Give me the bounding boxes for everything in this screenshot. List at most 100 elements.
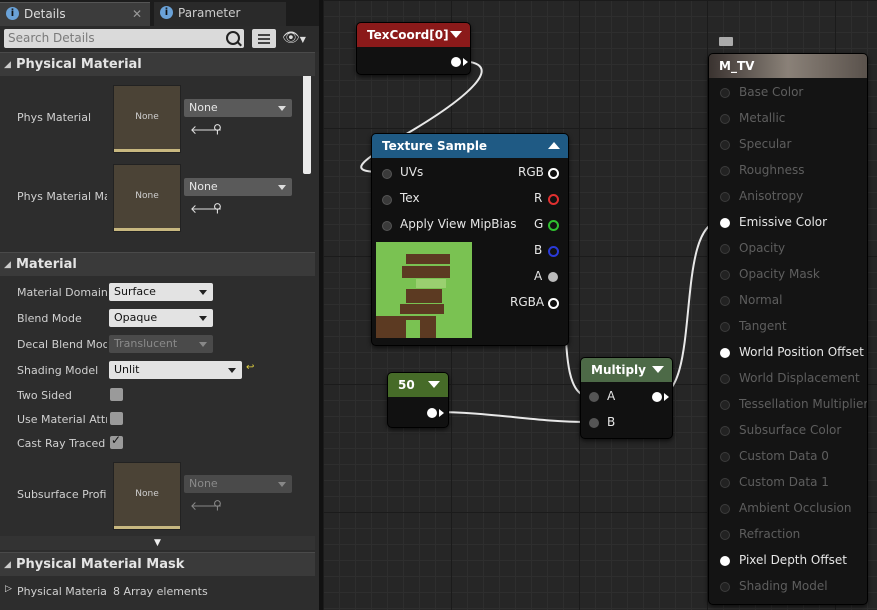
blend-mode-label: Blend Mode: [17, 312, 82, 325]
shading-model-dropdown[interactable]: Unlit: [109, 361, 242, 379]
multiply-node[interactable]: Multiply A B: [580, 357, 673, 439]
material-result-node[interactable]: M_TV Base Color Metallic Specular Roughness…: [708, 53, 868, 605]
search-icon[interactable]: [226, 31, 240, 45]
result-pin-refraction[interactable]: [720, 530, 730, 540]
collapse-icon[interactable]: [428, 381, 440, 388]
result-pin-world-position-offset[interactable]: [720, 348, 730, 358]
tab-parameter-defaults[interactable]: i Parameter Defaults: [154, 2, 286, 42]
result-pin-label: Tangent: [739, 319, 787, 333]
multiply-b-input-pin[interactable]: [589, 418, 599, 428]
result-pin-label: Custom Data 0: [739, 449, 829, 463]
decal-blend-mode-dropdown: Translucent: [109, 335, 213, 353]
result-pin-anisotropy[interactable]: [720, 192, 730, 202]
chevron-down-icon: ▼: [154, 538, 161, 548]
view-options-button[interactable]: 👁▼: [282, 30, 310, 47]
constant-output-pin[interactable]: [427, 408, 437, 418]
multiply-b-label: B: [607, 415, 616, 429]
a-output-pin[interactable]: [548, 272, 558, 282]
b-output-pin[interactable]: [548, 246, 559, 257]
category-physical-material-mask[interactable]: ◢ Physical Material Mask: [0, 552, 315, 576]
list-icon-line: [258, 38, 270, 40]
result-pin-roughness[interactable]: [720, 166, 730, 176]
multiply-a-input-pin[interactable]: [589, 392, 599, 402]
property-matrix-button[interactable]: [252, 29, 276, 48]
result-pin-custom-data-1[interactable]: [720, 478, 730, 488]
texcoord-output-pin[interactable]: [451, 57, 461, 67]
pin-arrow-icon: [439, 409, 444, 417]
use-material-attributes-checkbox[interactable]: [110, 412, 123, 425]
result-pin-opacity-mask[interactable]: [720, 270, 730, 280]
texture-sample-node[interactable]: Texture Sample UVs Tex Apply View MipBia…: [371, 133, 569, 346]
result-pin-normal[interactable]: [720, 296, 730, 306]
phys-material-map-dropdown[interactable]: None: [184, 178, 292, 196]
phys-material-map-label: Phys Material Map: [17, 190, 107, 203]
texture-sample-header[interactable]: Texture Sample: [372, 134, 568, 158]
multiply-header[interactable]: Multiply: [581, 358, 672, 382]
material-graph[interactable]: TexCoord[0] Texture Sample UVs Tex Apply…: [321, 0, 877, 610]
blend-mode-dropdown[interactable]: Opaque: [109, 309, 213, 327]
collapse-icon[interactable]: [548, 142, 560, 149]
mipbias-input-pin[interactable]: [382, 221, 392, 231]
category-physical-material[interactable]: ◢ Physical Material: [0, 52, 315, 76]
result-pin-emissive-color[interactable]: [720, 218, 730, 228]
result-pin-label: Ambient Occlusion: [739, 501, 852, 515]
physical-material-array-value: 8 Array elements: [113, 585, 208, 598]
material-domain-dropdown[interactable]: Surface: [109, 283, 213, 301]
chevron-down-icon: [278, 106, 286, 111]
texcoord-node[interactable]: TexCoord[0]: [356, 22, 471, 75]
two-sided-checkbox[interactable]: [110, 388, 123, 401]
texcoord-header[interactable]: TexCoord[0]: [357, 23, 470, 47]
g-label: G: [534, 217, 544, 231]
expand-arrow-icon[interactable]: ▷: [5, 584, 12, 594]
result-pin-opacity[interactable]: [720, 244, 730, 254]
constant-header[interactable]: 50: [388, 373, 448, 397]
constant-node[interactable]: 50: [387, 372, 449, 428]
collapse-icon[interactable]: [450, 31, 462, 38]
result-pin-metallic[interactable]: [720, 114, 730, 124]
result-pin-tangent[interactable]: [720, 322, 730, 332]
reset-to-default-icon[interactable]: ↩: [246, 362, 254, 373]
result-pin-subsurface-color[interactable]: [720, 426, 730, 436]
browse-icon[interactable]: ⚲: [213, 201, 222, 215]
subsurface-profile-thumbnail[interactable]: None: [113, 462, 181, 530]
uvs-input-pin[interactable]: [382, 169, 392, 179]
phys-material-thumbnail[interactable]: None: [113, 85, 181, 153]
result-pin-specular[interactable]: [720, 140, 730, 150]
rgb-output-pin[interactable]: [548, 168, 559, 179]
cast-ray-traced-shadows-label: Cast Ray Traced Shadows: [17, 437, 107, 450]
info-icon: i: [6, 7, 19, 20]
r-output-pin[interactable]: [548, 194, 559, 205]
rgba-output-pin[interactable]: [548, 298, 559, 309]
browse-icon[interactable]: ⚲: [213, 122, 222, 136]
result-pin-shading-model[interactable]: [720, 582, 730, 592]
collapse-icon: ◢: [4, 260, 11, 270]
list-icon-line: [258, 42, 270, 44]
chevron-down-icon: [278, 482, 286, 487]
result-pin-custom-data-0[interactable]: [720, 452, 730, 462]
result-header[interactable]: M_TV: [709, 54, 867, 78]
result-pin-label: Tessellation Multiplier: [739, 397, 868, 411]
phys-material-dropdown[interactable]: None: [184, 99, 292, 117]
category-material[interactable]: ◢ Material: [0, 252, 315, 276]
search-input[interactable]: Search Details: [4, 29, 244, 48]
cast-ray-traced-shadows-checkbox[interactable]: [110, 433, 123, 449]
chevron-down-icon: [228, 368, 236, 373]
multiply-output-pin[interactable]: [652, 392, 662, 402]
result-pin-label: Emissive Color: [739, 215, 828, 229]
tex-input-pin[interactable]: [382, 195, 392, 205]
result-pin-pixel-depth-offset[interactable]: [720, 556, 730, 566]
tab-details[interactable]: i Details ✕: [0, 2, 150, 26]
g-output-pin[interactable]: [548, 220, 559, 231]
result-pin-world-displacement[interactable]: [720, 374, 730, 384]
physical-material-array-label: Physical Material: [17, 585, 107, 598]
close-icon[interactable]: ✕: [132, 3, 142, 25]
collapse-icon[interactable]: [652, 366, 664, 373]
comment-bubble-icon[interactable]: [719, 37, 733, 46]
result-pin-tessellation-multiplier[interactable]: [720, 400, 730, 410]
phys-material-map-thumbnail[interactable]: None: [113, 164, 181, 232]
result-pin-ambient-occlusion[interactable]: [720, 504, 730, 514]
info-icon: i: [160, 6, 173, 19]
b-label: B: [534, 243, 543, 257]
result-pin-base-color[interactable]: [720, 88, 730, 98]
advanced-expand-button[interactable]: ▼: [0, 536, 315, 550]
